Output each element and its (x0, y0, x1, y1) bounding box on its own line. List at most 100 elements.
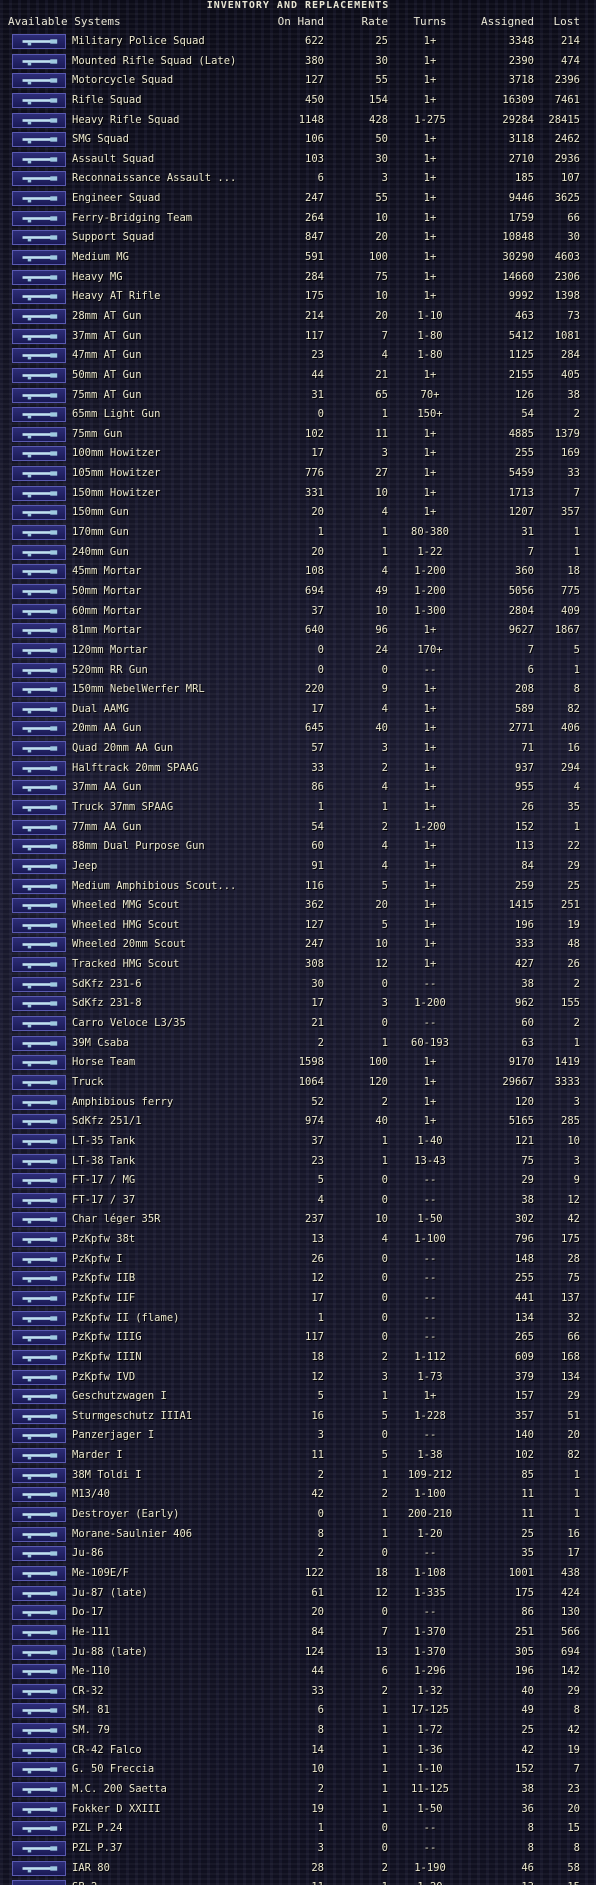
table-row[interactable]: 50mm AT Gun 44 21 1+ 2155 405 (0, 366, 596, 386)
table-row[interactable]: Medium Amphibious Scout... 116 5 1+ 259 25 (0, 877, 596, 897)
table-row[interactable]: Me-109E/F 122 18 1-108 1001 438 (0, 1564, 596, 1584)
table-row[interactable]: PzKpfw IIB 12 0 -- 255 75 (0, 1269, 596, 1289)
table-row[interactable]: PzKpfw I 26 0 -- 148 28 (0, 1250, 596, 1270)
table-row[interactable]: Quad 20mm AA Gun 57 3 1+ 71 16 (0, 739, 596, 759)
table-row[interactable]: 81mm Mortar 640 96 1+ 9627 1867 (0, 621, 596, 641)
table-row[interactable]: Jeep 91 4 1+ 84 29 (0, 857, 596, 877)
table-row[interactable]: PZL P.24 1 0 -- 8 15 (0, 1819, 596, 1839)
table-row[interactable]: 150mm Gun 20 4 1+ 1207 357 (0, 503, 596, 523)
table-row[interactable]: Heavy AT Rifle 175 10 1+ 9992 1398 (0, 287, 596, 307)
table-row[interactable]: SMG Squad 106 50 1+ 3118 2462 (0, 130, 596, 150)
table-row[interactable]: PzKpfw IIIG 117 0 -- 265 66 (0, 1328, 596, 1348)
table-row[interactable]: Military Police Squad 622 25 1+ 3348 214 (0, 32, 596, 52)
table-row[interactable]: 520mm RR Gun 0 0 -- 6 1 (0, 661, 596, 681)
table-row[interactable]: LT-35 Tank 37 1 1-40 121 10 (0, 1132, 596, 1152)
table-row[interactable]: FT-17 / MG 5 0 -- 29 9 (0, 1171, 596, 1191)
table-row[interactable]: Rifle Squad 450 154 1+ 16309 7461 (0, 91, 596, 111)
table-row[interactable]: 38M Toldi I 2 1 109-212 85 1 (0, 1466, 596, 1486)
table-row[interactable]: Ju-88 (late) 124 13 1-370 305 694 (0, 1643, 596, 1663)
table-row[interactable]: PzKpfw IVD 12 3 1-73 379 134 (0, 1368, 596, 1388)
table-row[interactable]: PzKpfw IIF 17 0 -- 441 137 (0, 1289, 596, 1309)
table-row[interactable]: 75mm AT Gun 31 65 70+ 126 38 (0, 386, 596, 406)
table-row[interactable]: Truck 1064 120 1+ 29667 3333 (0, 1073, 596, 1093)
table-row[interactable]: Wheeled HMG Scout 127 5 1+ 196 19 (0, 916, 596, 936)
table-row[interactable]: CR-42 Falco 14 1 1-36 42 19 (0, 1741, 596, 1761)
table-row[interactable]: PzKpfw IIIN 18 2 1-112 609 168 (0, 1348, 596, 1368)
table-row[interactable]: Motorcycle Squad 127 55 1+ 3718 2396 (0, 71, 596, 91)
cell-assigned: 31 (521, 526, 534, 539)
table-row[interactable]: SdKfz 231-8 17 3 1-200 962 155 (0, 994, 596, 1014)
table-row[interactable]: 120mm Mortar 0 24 170+ 7 5 (0, 641, 596, 661)
table-row[interactable]: Ferry-Bridging Team 264 10 1+ 1759 66 (0, 209, 596, 229)
table-row[interactable]: G. 50 Freccia 10 1 1-10 152 7 (0, 1760, 596, 1780)
table-row[interactable]: Halftrack 20mm SPAAG 33 2 1+ 937 294 (0, 759, 596, 779)
table-row[interactable]: Dual AAMG 17 4 1+ 589 82 (0, 700, 596, 720)
table-row[interactable]: Ju-87 (late) 61 12 1-335 175 424 (0, 1584, 596, 1604)
table-row[interactable]: Horse Team 1598 100 1+ 9170 1419 (0, 1053, 596, 1073)
table-row[interactable]: Morane-Saulnier 406 8 1 1-20 25 16 (0, 1525, 596, 1545)
table-row[interactable]: Geschutzwagen I 5 1 1+ 157 29 (0, 1387, 596, 1407)
table-row[interactable]: PzKpfw 38t 13 4 1-100 796 175 (0, 1230, 596, 1250)
table-row[interactable]: 240mm Gun 20 1 1-22 7 1 (0, 543, 596, 563)
table-row[interactable]: 37mm AT Gun 117 7 1-80 5412 1081 (0, 327, 596, 347)
table-row[interactable]: 37mm AA Gun 86 4 1+ 955 4 (0, 778, 596, 798)
table-row[interactable]: Support Squad 847 20 1+ 10848 30 (0, 228, 596, 248)
table-row[interactable]: 77mm AA Gun 54 2 1-200 152 1 (0, 818, 596, 838)
table-row[interactable]: M13/40 42 2 1-100 11 1 (0, 1485, 596, 1505)
table-row[interactable]: 39M Csaba 2 1 60-193 63 1 (0, 1034, 596, 1054)
table-row[interactable]: Amphibious ferry 52 2 1+ 120 3 (0, 1093, 596, 1113)
table-row[interactable]: 60mm Mortar 37 10 1-300 2804 409 (0, 602, 596, 622)
table-row[interactable]: 150mm NebelWerfer MRL 220 9 1+ 208 8 (0, 680, 596, 700)
table-row[interactable]: SdKfz 231-6 30 0 -- 38 2 (0, 975, 596, 995)
table-row[interactable]: LT-38 Tank 23 1 13-43 75 3 (0, 1152, 596, 1172)
table-row[interactable]: Truck 37mm SPAAG 1 1 1+ 26 35 (0, 798, 596, 818)
table-row[interactable]: 50mm Mortar 694 49 1-200 5056 775 (0, 582, 596, 602)
table-row[interactable]: 28mm AT Gun 214 20 1-10 463 73 (0, 307, 596, 327)
table-row[interactable]: CR-32 33 2 1-32 40 29 (0, 1682, 596, 1702)
table-row[interactable]: Mounted Rifle Squad (Late) 380 30 1+ 2390 474 (0, 52, 596, 72)
table-row[interactable]: SM. 81 6 1 17-125 49 8 (0, 1701, 596, 1721)
table-row[interactable]: Destroyer (Early) 0 1 200-210 11 1 (0, 1505, 596, 1525)
table-row[interactable]: Marder I 11 5 1-38 102 82 (0, 1446, 596, 1466)
table-row[interactable]: Fokker D XXIII 19 1 1-50 36 20 (0, 1800, 596, 1820)
table-row[interactable]: He-111 84 7 1-370 251 566 (0, 1623, 596, 1643)
table-row[interactable]: 65mm Light Gun 0 1 150+ 54 2 (0, 405, 596, 425)
table-row[interactable]: Heavy MG 284 75 1+ 14660 2306 (0, 268, 596, 288)
table-row[interactable]: Sturmgeschutz IIIA1 16 5 1-228 357 51 (0, 1407, 596, 1427)
cell-rate: 1 (381, 408, 388, 421)
cell-turns: 1-80 (417, 329, 443, 342)
table-row[interactable]: Tracked HMG Scout 308 12 1+ 427 26 (0, 955, 596, 975)
table-row[interactable]: Assault Squad 103 30 1+ 2710 2936 (0, 150, 596, 170)
table-row[interactable]: Ju-86 2 0 -- 35 17 (0, 1544, 596, 1564)
table-row[interactable]: Medium MG 591 100 1+ 30290 4603 (0, 248, 596, 268)
table-row[interactable]: Heavy Rifle Squad 1148 428 1-275 29284 28415 (0, 111, 596, 131)
table-row[interactable]: Wheeled MMG Scout 362 20 1+ 1415 251 (0, 896, 596, 916)
table-row[interactable]: M.C. 200 Saetta 2 1 11-125 38 23 (0, 1780, 596, 1800)
table-row[interactable]: SdKfz 251/1 974 40 1+ 5165 285 (0, 1112, 596, 1132)
table-row[interactable]: Engineer Squad 247 55 1+ 9446 3625 (0, 189, 596, 209)
table-row[interactable]: 100mm Howitzer 17 3 1+ 255 169 (0, 444, 596, 464)
table-row[interactable]: Char léger 35R 237 10 1-50 302 42 (0, 1210, 596, 1230)
table-row[interactable]: PzKpfw II (flame) 1 0 -- 134 32 (0, 1309, 596, 1329)
table-row[interactable]: Panzerjager I 3 0 -- 140 20 (0, 1426, 596, 1446)
table-row[interactable]: 20mm AA Gun 645 40 1+ 2771 406 (0, 719, 596, 739)
table-row[interactable]: 47mm AT Gun 23 4 1-80 1125 284 (0, 346, 596, 366)
table-row[interactable]: SM. 79 8 1 1-72 25 42 (0, 1721, 596, 1741)
table-row[interactable]: 150mm Howitzer 331 10 1+ 1713 7 (0, 484, 596, 504)
table-row[interactable]: 170mm Gun 1 1 80-380 31 1 (0, 523, 596, 543)
cell-lost: 20 (567, 1802, 580, 1815)
table-row[interactable]: Reconnaissance Assault ... 6 3 1+ 185 107 (0, 169, 596, 189)
table-row[interactable]: 45mm Mortar 108 4 1-200 360 18 (0, 562, 596, 582)
cell-lost: 1 (573, 663, 580, 676)
table-row[interactable]: 75mm Gun 102 11 1+ 4885 1379 (0, 425, 596, 445)
table-row[interactable]: Me-110 44 6 1-296 196 142 (0, 1662, 596, 1682)
table-row[interactable]: IAR 80 28 2 1-190 46 58 (0, 1859, 596, 1879)
table-row[interactable]: PZL P.37 3 0 -- 8 8 (0, 1839, 596, 1859)
table-row[interactable]: Wheeled 20mm Scout 247 10 1+ 333 48 (0, 935, 596, 955)
table-row[interactable]: 105mm Howitzer 776 27 1+ 5459 33 (0, 464, 596, 484)
table-row[interactable]: 88mm Dual Purpose Gun 60 4 1+ 113 22 (0, 837, 596, 857)
table-row[interactable]: Do-17 20 0 -- 86 130 (0, 1603, 596, 1623)
table-row[interactable]: SB-21111-201315 (0, 1878, 596, 1885)
table-row[interactable]: Carro Veloce L3/35 21 0 -- 60 2 (0, 1014, 596, 1034)
table-row[interactable]: FT-17 / 37 4 0 -- 38 12 (0, 1191, 596, 1211)
